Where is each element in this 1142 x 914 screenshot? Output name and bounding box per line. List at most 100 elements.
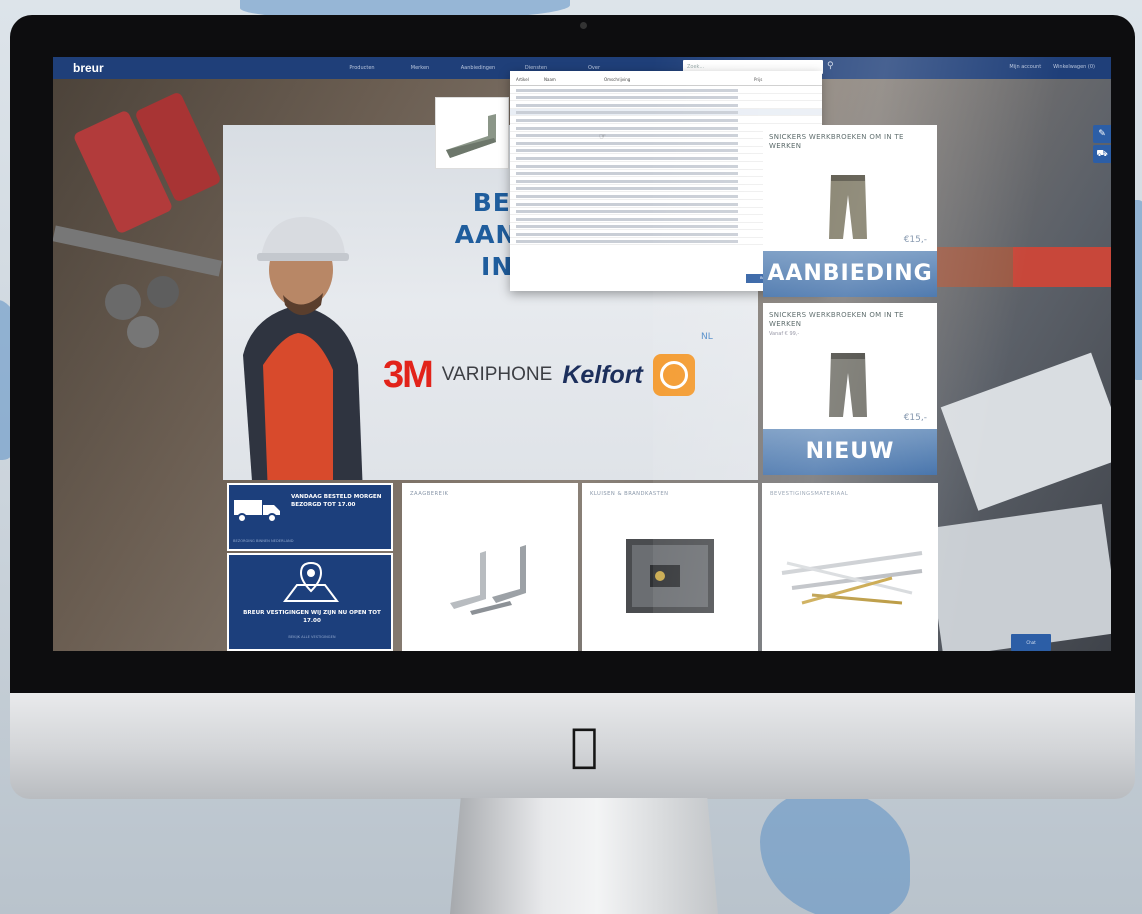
brand-kelfort-logo[interactable]: Kelfort [562,361,643,390]
category-tile[interactable]: KLUISEN & BRANDKASTEN [582,483,758,651]
column-header: Naam [544,77,556,82]
result-cell-placeholder [702,179,738,183]
nav-item-products[interactable]: Producten [333,65,391,71]
result-cell-placeholder [516,210,534,214]
delivery-subtitle: BEZORGING BINNEN NEDERLAND [233,539,294,543]
result-cell-placeholder [516,217,534,221]
truck-tab-icon[interactable]: ⛟ [1093,145,1111,163]
result-cell-placeholder [702,172,738,176]
result-cell-placeholder [534,103,582,107]
promo-banner-offer[interactable]: AANBIEDING [763,251,937,297]
cart-link[interactable]: Winkelwagen (0) [1053,64,1095,70]
search-icon[interactable]: ⚲ [827,61,834,71]
promo-banner-new[interactable]: NIEUW [763,429,937,475]
result-cell-placeholder [702,111,738,115]
camera-icon [580,22,587,29]
result-cell-placeholder [702,149,738,153]
feedback-tab-icon[interactable]: ✎ [1093,125,1111,143]
column-header: Omschrijving [604,77,631,82]
result-cell-placeholder [516,141,534,145]
result-cell-placeholder [534,111,582,115]
result-cell-placeholder [516,126,534,130]
promo-card[interactable]: SNICKERS WERKBROEKEN OM IN TE WERKEN €15… [763,125,937,297]
workpants-image [829,175,867,239]
result-cell-placeholder [534,179,582,183]
result-cell-placeholder [582,240,702,244]
workpants-image [829,353,867,417]
result-cell-placeholder [534,202,582,206]
search-result-row[interactable] [510,94,822,102]
result-cell-placeholder [534,149,582,153]
column-header: Prijs [754,77,763,82]
nav-item-offers[interactable]: Aanbiedingen [449,65,507,71]
results-header: Artikel Naam Omschrijving Prijs [510,71,822,86]
result-cell-placeholder [702,202,738,206]
result-cell-placeholder [516,187,534,191]
result-cell-placeholder [534,88,582,92]
result-cell-placeholder [534,217,582,221]
brand-3m-logo[interactable]: 3M [383,354,434,397]
result-cell-placeholder [702,103,738,107]
brand-variphone-logo[interactable]: VARIPHONE [442,364,553,386]
promo-subtitle: Vanaf € 99,- [769,331,800,337]
result-cell-placeholder [534,156,582,160]
result-cell-placeholder [582,88,702,92]
background-map-shape [760,790,910,914]
brand-fein-logo[interactable] [652,354,695,396]
search-result-row[interactable] [510,108,822,117]
result-cell-placeholder [582,111,702,115]
promo-card[interactable]: SNICKERS WERKBROEKEN OM IN TE WERKEN Van… [763,303,937,475]
column-header: Artikel [516,77,529,82]
imac-stand [450,798,718,914]
brand-suffix: NL [701,332,713,342]
result-cell-placeholder [534,225,582,229]
result-cell-placeholder [582,217,702,221]
category-tile[interactable]: BEVESTIGINGSMATERIAAL [762,483,938,651]
result-cell-placeholder [516,202,534,206]
result-cell-placeholder [534,164,582,168]
result-cell-placeholder [534,118,582,122]
brackets-image [450,545,526,615]
stores-subtitle: BEKIJK ALLE VESTIGINGEN [288,635,336,639]
delivery-title: VANDAAG BESTELD MORGEN BEZORGD TOT 17.00 [291,494,382,508]
product-thumbnail[interactable] [435,97,509,169]
store-locations-box[interactable]: BREUR VESTIGINGEN WIJ ZIJN NU OPEN TOT 1… [227,553,393,651]
result-cell-placeholder [534,210,582,214]
result-cell-placeholder [516,103,534,107]
search-result-row[interactable] [510,86,822,94]
brand-logos: 3M VARIPHONE Kelfort [383,350,695,400]
result-cell-placeholder [702,194,738,198]
search-result-row[interactable] [510,101,822,109]
chat-button[interactable]: Chat [1011,634,1051,651]
result-cell-placeholder [516,118,534,122]
result-cell-placeholder [702,88,738,92]
result-cell-placeholder [702,96,738,100]
result-cell-placeholder [582,194,702,198]
account-link[interactable]: Mijn account [1009,64,1041,70]
worker-photo [243,216,363,480]
result-cell-placeholder [516,179,534,183]
result-cell-placeholder [516,149,534,153]
nav-item-brands[interactable]: Merken [391,65,449,71]
result-cell-placeholder [582,187,702,191]
tile-title: KLUISEN & BRANDKASTEN [590,491,669,497]
result-cell-placeholder [516,96,534,100]
result-cell-placeholder [516,240,534,244]
result-cell-placeholder [516,194,534,198]
category-tile[interactable]: ZAAGBEREIK [402,483,578,651]
result-cell-placeholder [702,210,738,214]
result-cell-placeholder [582,96,702,100]
result-cell-placeholder [702,164,738,168]
result-cell-placeholder [582,149,702,153]
result-cell-placeholder [516,88,534,92]
result-cell-placeholder [516,156,534,160]
result-cell-placeholder [534,172,582,176]
result-cell-placeholder [516,225,534,229]
bracket-icon [446,114,496,158]
result-cell-placeholder [702,225,738,229]
result-cell-placeholder [516,232,534,236]
tile-title: BEVESTIGINGSMATERIAAL [770,491,849,497]
search-result-row[interactable] [510,116,822,124]
delivery-info-box[interactable]: VANDAAG BESTELD MORGEN BEZORGD TOT 17.00… [227,483,393,551]
site-logo[interactable]: breur [73,61,333,75]
